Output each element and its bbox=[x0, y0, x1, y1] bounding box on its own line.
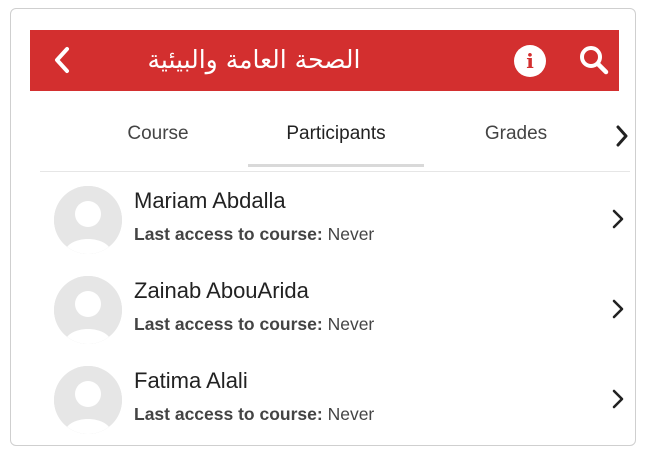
user-avatar-icon bbox=[54, 366, 122, 434]
participant-name: Fatima Alali bbox=[134, 368, 248, 393]
active-tab-indicator bbox=[248, 164, 424, 167]
search-button[interactable] bbox=[576, 42, 612, 78]
row-chevron bbox=[606, 294, 630, 324]
last-access-value: Never bbox=[327, 404, 375, 424]
tab-participants[interactable]: Participants bbox=[254, 106, 418, 168]
participants-list: Mariam Abdalla Last access to course: Ne… bbox=[40, 174, 630, 444]
back-button[interactable] bbox=[46, 42, 78, 78]
last-access-label: Last access to course: bbox=[134, 404, 323, 424]
participant-name: Zainab AbouArida bbox=[134, 278, 309, 303]
row-chevron bbox=[606, 204, 630, 234]
row-chevron bbox=[606, 384, 630, 414]
tab-bar: Course Participants Grades bbox=[40, 106, 640, 168]
chevron-right-icon bbox=[612, 209, 624, 229]
avatar bbox=[54, 366, 122, 434]
chevron-right-icon bbox=[612, 299, 624, 319]
search-icon bbox=[580, 46, 609, 75]
chevron-right-icon bbox=[612, 389, 624, 409]
page-title: الصحة العامة والبيئية bbox=[147, 45, 361, 74]
user-avatar-icon bbox=[54, 186, 122, 254]
last-access-label: Last access to course: bbox=[134, 224, 323, 244]
info-icon: i bbox=[526, 49, 534, 73]
last-access-label: Last access to course: bbox=[134, 314, 323, 334]
info-button[interactable]: i bbox=[514, 45, 546, 77]
list-item[interactable]: Zainab AbouArida Last access to course: … bbox=[40, 264, 630, 354]
avatar bbox=[54, 186, 122, 254]
list-item[interactable]: Mariam Abdalla Last access to course: Ne… bbox=[40, 174, 630, 264]
chevron-right-icon bbox=[616, 125, 628, 147]
last-access: Last access to course: Never bbox=[134, 404, 374, 425]
participant-name: Mariam Abdalla bbox=[134, 188, 286, 213]
tabs-divider bbox=[40, 171, 630, 172]
avatar bbox=[54, 276, 122, 344]
last-access: Last access to course: Never bbox=[134, 314, 374, 335]
tab-grades[interactable]: Grades bbox=[460, 106, 572, 168]
last-access-value: Never bbox=[327, 314, 375, 334]
list-item[interactable]: Fatima Alali Last access to course: Neve… bbox=[40, 354, 630, 444]
user-avatar-icon bbox=[54, 276, 122, 344]
tab-course[interactable]: Course bbox=[98, 106, 218, 168]
last-access: Last access to course: Never bbox=[134, 224, 374, 245]
last-access-value: Never bbox=[327, 224, 375, 244]
chevron-left-icon bbox=[55, 47, 69, 73]
tabs-next-button[interactable] bbox=[608, 122, 636, 150]
app-header: الصحة العامة والبيئية i bbox=[30, 30, 619, 91]
